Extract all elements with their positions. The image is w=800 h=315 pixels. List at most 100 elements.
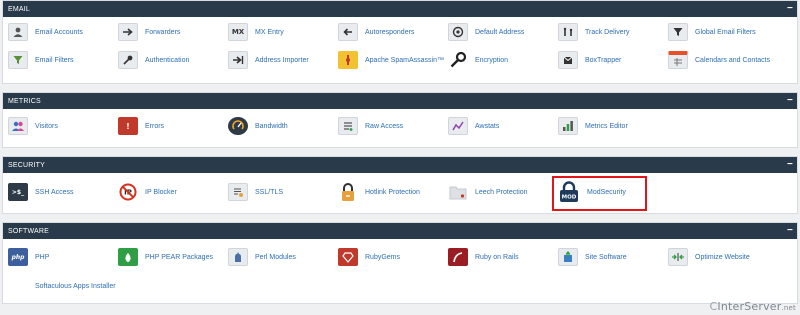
perl-icon (228, 248, 248, 266)
php-link[interactable]: php PHP (8, 248, 49, 266)
optimize-website-label: Optimize Website (695, 253, 750, 261)
email-section-title: EMAIL (8, 5, 31, 13)
errors-link[interactable]: ! Errors (118, 117, 164, 135)
softaculous-icon-space (8, 277, 28, 295)
default-address-label: Default Address (475, 28, 525, 36)
perl-modules-label: Perl Modules (255, 253, 296, 261)
calendars-contacts-link[interactable]: Calendars and Contacts (668, 51, 770, 69)
ip-blocker-link[interactable]: IP IP Blocker (118, 183, 177, 201)
hotlink-protection-link[interactable]: Hotlink Protection (338, 183, 420, 201)
authentication-label: Authentication (145, 56, 190, 64)
visitors-label: Visitors (35, 122, 58, 130)
email-filter-icon (8, 51, 28, 69)
mx-icon: MX (228, 23, 248, 41)
softaculous-link[interactable]: Softaculous Apps Installer (8, 277, 116, 295)
ssh-access-label: SSH Access (35, 188, 74, 196)
padlock-icon (338, 183, 358, 201)
bandwidth-link[interactable]: Bandwidth (228, 117, 288, 135)
php-label: PHP (35, 253, 50, 261)
interserver-watermark: CInterServer.net (709, 300, 796, 313)
gauge-icon (228, 117, 248, 135)
boxtrapper-icon (558, 51, 578, 69)
email-accounts-label: Email Accounts (35, 28, 83, 36)
authentication-link[interactable]: Authentication (118, 51, 189, 69)
perl-modules-link[interactable]: Perl Modules (228, 248, 296, 266)
awstats-link[interactable]: Awstats (448, 117, 499, 135)
metrics-header[interactable]: METRICS − (3, 93, 797, 109)
raw-access-label: Raw Access (365, 122, 404, 130)
track-icon (558, 23, 578, 41)
site-software-link[interactable]: Site Software (558, 248, 627, 266)
raw-access-link[interactable]: Raw Access (338, 117, 403, 135)
ip-blocker-label: IP Blocker (145, 188, 177, 196)
import-icon (228, 51, 248, 69)
autoresponders-label: Autoresponders (365, 28, 415, 36)
mx-entry-label: MX Entry (255, 28, 284, 36)
default-address-link[interactable]: Default Address (448, 23, 524, 41)
email-header[interactable]: EMAIL − (3, 1, 797, 17)
ip-block-icon: IP (118, 183, 138, 201)
spamassassin-link[interactable]: Apache SpamAssassin™ (338, 51, 444, 69)
software-collapse-icon[interactable]: − (787, 226, 793, 236)
visitors-link[interactable]: Visitors (8, 117, 58, 135)
spam-icon (338, 51, 358, 69)
autoresponders-link[interactable]: Autoresponders (338, 23, 414, 41)
site-software-icon (558, 248, 578, 266)
person-icon (8, 23, 28, 41)
calendar-icon (668, 51, 688, 69)
boxtrapper-label: BoxTrapper (585, 56, 622, 64)
email-filters-label: Email Filters (35, 56, 74, 64)
address-importer-link[interactable]: Address Importer (228, 51, 309, 69)
encryption-link[interactable]: Encryption (448, 51, 508, 69)
email-collapse-icon[interactable]: − (787, 4, 793, 14)
forwarders-link[interactable]: Forwarders (118, 23, 180, 41)
modsecurity-highlight-box (552, 176, 647, 211)
calendars-contacts-label: Calendars and Contacts (695, 56, 771, 64)
filter-icon (668, 23, 688, 41)
security-collapse-icon[interactable]: − (787, 160, 793, 170)
key-icon (118, 51, 138, 69)
bandwidth-label: Bandwidth (255, 122, 288, 130)
global-email-filters-label: Global Email Filters (695, 28, 756, 36)
php-pear-label: PHP PEAR Packages (145, 253, 213, 261)
spamassassin-label: Apache SpamAssassin™ (365, 56, 444, 64)
mx-entry-link[interactable]: MX MX Entry (228, 23, 284, 41)
ruby-on-rails-link[interactable]: Ruby on Rails (448, 248, 519, 266)
folder-icon (448, 183, 468, 201)
raw-access-icon (338, 117, 358, 135)
optimize-website-link[interactable]: Optimize Website (668, 248, 750, 266)
address-importer-label: Address Importer (255, 56, 309, 64)
metrics-section-title: METRICS (8, 97, 41, 105)
chart-icon (448, 117, 468, 135)
bars-icon (558, 117, 578, 135)
security-header[interactable]: SECURITY − (3, 157, 797, 173)
forwarders-label: Forwarders (145, 28, 181, 36)
email-accounts-link[interactable]: Email Accounts (8, 23, 83, 41)
site-software-label: Site Software (585, 253, 627, 261)
autoresponder-icon (338, 23, 358, 41)
software-section-title: SOFTWARE (8, 227, 50, 235)
metrics-collapse-icon[interactable]: − (787, 96, 793, 106)
hotlink-protection-label: Hotlink Protection (365, 188, 420, 196)
errors-label: Errors (145, 122, 165, 130)
terminal-icon: >$_ (8, 183, 28, 201)
at-sign-icon (448, 23, 468, 41)
metrics-editor-link[interactable]: Metrics Editor (558, 117, 628, 135)
rubygems-label: RubyGems (365, 253, 401, 261)
leech-protection-link[interactable]: Leech Protection (448, 183, 528, 201)
awstats-label: Awstats (475, 122, 500, 130)
boxtrapper-link[interactable]: BoxTrapper (558, 51, 621, 69)
global-email-filters-link[interactable]: Global Email Filters (668, 23, 756, 41)
track-delivery-link[interactable]: Track Delivery (558, 23, 629, 41)
software-header[interactable]: SOFTWARE − (3, 223, 797, 239)
ssh-access-link[interactable]: >$_ SSH Access (8, 183, 74, 201)
rubygems-link[interactable]: RubyGems (338, 248, 400, 266)
email-filters-link[interactable]: Email Filters (8, 51, 74, 69)
leech-protection-label: Leech Protection (475, 188, 528, 196)
php-pear-link[interactable]: PHP PEAR Packages (118, 248, 213, 266)
ssl-tls-link[interactable]: SSL/TLS (228, 183, 283, 201)
php-icon: php (8, 248, 28, 266)
encryption-label: Encryption (475, 56, 509, 64)
pear-icon (118, 248, 138, 266)
metrics-editor-label: Metrics Editor (585, 122, 628, 130)
